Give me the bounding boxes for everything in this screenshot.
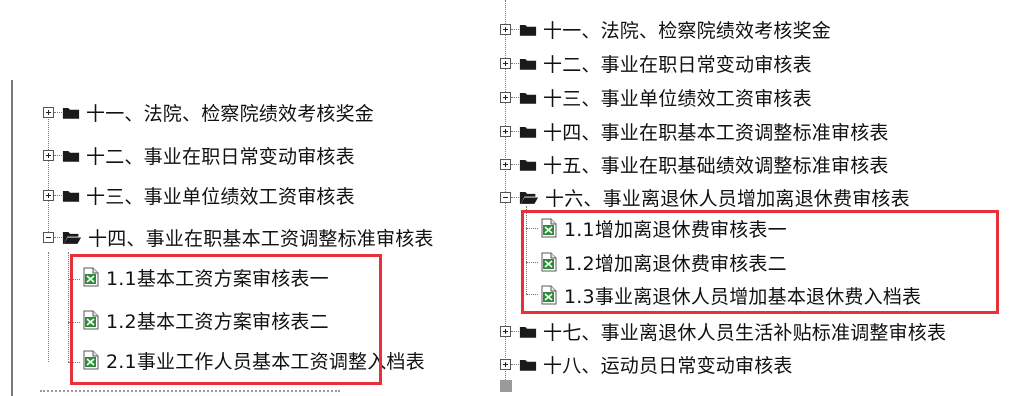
tree-node-16[interactable]: 十六、事业离退休人员增加离退休费审核表 xyxy=(500,182,910,212)
tree-node-label: 十一、法院、检察院绩效考核奖金 xyxy=(86,102,375,125)
expand-toggle-icon[interactable] xyxy=(500,23,511,35)
highlight-box xyxy=(521,210,999,314)
folder-closed-icon xyxy=(519,22,537,37)
folder-closed-icon xyxy=(519,56,537,71)
tree-node-11[interactable]: 十一、法院、检察院绩效考核奖金 xyxy=(500,14,831,44)
scroll-stub xyxy=(500,380,512,392)
tree-node-label: 十四、事业在职基本工资调整标准审核表 xyxy=(543,121,889,144)
collapse-toggle-icon[interactable] xyxy=(500,191,511,203)
left-panel-border xyxy=(11,80,13,396)
folder-closed-icon xyxy=(519,90,537,105)
folder-closed-icon xyxy=(519,124,537,139)
tree-node-label: 十八、运动员日常变动审核表 xyxy=(543,354,793,377)
tree-node-label: 十三、事业单位绩效工资审核表 xyxy=(543,87,812,110)
right-tree-panel: 十一、法院、检察院绩效考核奖金 十二、事业在职日常变动审核表 十三、事业单位绩效… xyxy=(490,0,1011,396)
expand-toggle-icon[interactable] xyxy=(43,149,54,161)
tree-node-13[interactable]: 十三、事业单位绩效工资审核表 xyxy=(500,82,812,112)
tree-node-label: 十五、事业在职基础绩效调整标准审核表 xyxy=(543,154,889,177)
left-tree-panel: 十一、法院、检察院绩效考核奖金 十二、事业在职日常变动审核表 十三、事业单位绩效… xyxy=(0,0,470,396)
expand-toggle-icon[interactable] xyxy=(500,125,511,137)
tree-node-label: 十一、法院、检察院绩效考核奖金 xyxy=(543,19,832,42)
folder-open-icon xyxy=(62,230,82,245)
tree-node-label: 十二、事业在职日常变动审核表 xyxy=(543,53,812,76)
folder-closed-icon xyxy=(519,157,537,172)
tree-node-14[interactable]: 十四、事业在职基本工资调整标准审核表 xyxy=(500,116,889,146)
expand-toggle-icon[interactable] xyxy=(500,325,511,337)
expand-toggle-icon[interactable] xyxy=(500,57,511,69)
tree-node-11[interactable]: 十一、法院、检察院绩效考核奖金 xyxy=(43,97,374,127)
tree-node-label: 十七、事业离退休人员生活补贴标准调整审核表 xyxy=(543,321,947,344)
tree-node-12[interactable]: 十二、事业在职日常变动审核表 xyxy=(43,140,355,170)
folder-closed-icon xyxy=(62,148,80,163)
tree-node-13[interactable]: 十三、事业单位绩效工资审核表 xyxy=(43,180,355,210)
tree-node-17[interactable]: 十七、事业离退休人员生活补贴标准调整审核表 xyxy=(500,316,946,346)
tree-node-label: 十二、事业在职日常变动审核表 xyxy=(86,145,355,168)
folder-closed-icon xyxy=(62,188,80,203)
expand-toggle-icon[interactable] xyxy=(43,189,54,201)
folder-closed-icon xyxy=(62,105,80,120)
tree-node-15[interactable]: 十五、事业在职基础绩效调整标准审核表 xyxy=(500,149,889,179)
expand-toggle-icon[interactable] xyxy=(43,106,54,118)
folder-open-icon xyxy=(519,190,539,205)
tree-node-label: 十三、事业单位绩效工资审核表 xyxy=(86,185,355,208)
tree-node-18[interactable]: 十八、运动员日常变动审核表 xyxy=(500,349,793,379)
folder-closed-icon xyxy=(519,357,537,372)
highlight-box xyxy=(70,254,382,385)
folder-closed-icon xyxy=(519,324,537,339)
tree-node-label: 十六、事业离退休人员增加离退休费审核表 xyxy=(545,187,910,210)
tree-node-12[interactable]: 十二、事业在职日常变动审核表 xyxy=(500,48,812,78)
expand-toggle-icon[interactable] xyxy=(500,91,511,103)
expand-toggle-icon[interactable] xyxy=(500,158,511,170)
expand-toggle-icon[interactable] xyxy=(500,358,511,370)
tree-node-label: 十四、事业在职基本工资调整标准审核表 xyxy=(88,227,434,250)
collapse-toggle-icon[interactable] xyxy=(43,231,54,243)
tree-node-14[interactable]: 十四、事业在职基本工资调整标准审核表 xyxy=(43,222,434,252)
